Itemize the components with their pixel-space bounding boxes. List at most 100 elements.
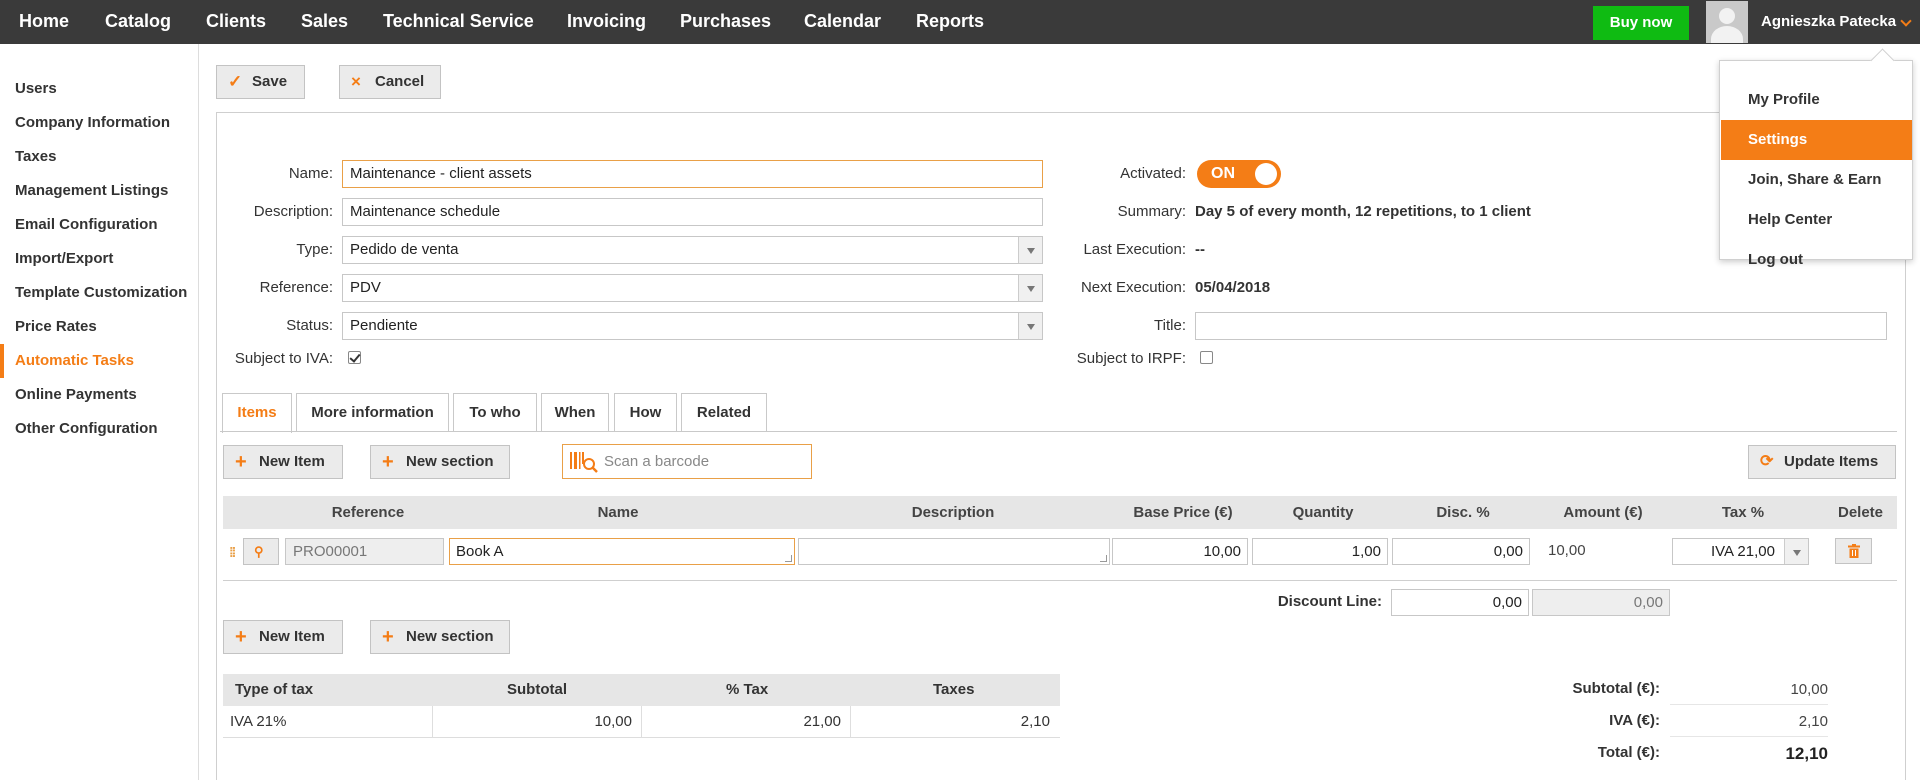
tax-taxes-value: 2,10 — [1020, 713, 1050, 730]
item-reference-field[interactable]: PRO00001 — [285, 538, 444, 565]
title-label: Title: — [1154, 317, 1186, 334]
sidebar-item-taxes[interactable]: Taxes — [0, 140, 198, 174]
tax-table-header: Type of tax Subtotal % Tax Taxes — [223, 674, 1060, 706]
delete-item-button[interactable] — [1835, 538, 1872, 564]
subtotal-label: Subtotal (€): — [1572, 680, 1661, 697]
chevron-down-icon[interactable] — [1018, 275, 1042, 301]
nav-sales[interactable]: Sales — [301, 0, 348, 44]
name-field[interactable]: Maintenance - client assets — [342, 160, 1043, 188]
item-name-field[interactable]: Book A — [449, 538, 795, 565]
barcode-search-icon — [570, 452, 598, 473]
sidebar-item-company-information[interactable]: Company Information — [0, 106, 198, 140]
items-table-header: Reference Name Description Base Price (€… — [223, 496, 1897, 529]
drag-handle-icon[interactable]: ⁞⁞ — [229, 544, 236, 560]
nav-reports[interactable]: Reports — [916, 0, 984, 44]
tab-more-information[interactable]: More information — [296, 393, 449, 432]
item-tax-select[interactable]: IVA 21,00 — [1672, 538, 1809, 565]
menu-item-my-profile[interactable]: My Profile — [1721, 80, 1912, 120]
description-label: Description: — [253, 203, 333, 220]
update-items-button[interactable]: ⟳ Update Items — [1748, 445, 1896, 479]
activated-toggle[interactable]: ON — [1197, 160, 1281, 188]
status-select[interactable]: Pendiente — [342, 312, 1043, 340]
sidebar-item-automatic-tasks[interactable]: Automatic Tasks — [0, 344, 198, 378]
nav-purchases[interactable]: Purchases — [680, 0, 771, 44]
trash-icon — [1848, 544, 1860, 558]
summary-value: Day 5 of every month, 12 repetitions, to… — [1195, 203, 1531, 220]
subject-to-irpf-checkbox[interactable] — [1200, 351, 1213, 364]
tab-to-who[interactable]: To who — [453, 393, 537, 432]
total-value: 12,10 — [1785, 744, 1828, 763]
tab-items[interactable]: Items — [222, 393, 292, 433]
item-discount-field[interactable]: 0,00 — [1392, 538, 1530, 565]
tax-header-subtotal: Subtotal — [507, 681, 567, 698]
discount-line-label: Discount Line: — [1277, 593, 1382, 610]
sidebar-item-import-export[interactable]: Import/Export — [0, 242, 198, 276]
subtotal-value: 10,00 — [1670, 674, 1828, 705]
product-search-button[interactable]: ⚲ — [243, 538, 279, 565]
column-header-name: Name — [597, 504, 639, 521]
item-base-price-field[interactable]: 10,00 — [1112, 538, 1248, 565]
iva-total-value: 2,10 — [1670, 706, 1828, 737]
type-select[interactable]: Pedido de venta — [342, 236, 1043, 264]
tab-how[interactable]: How — [614, 393, 677, 432]
total-label: Total (€): — [1597, 744, 1660, 761]
nav-catalog[interactable]: Catalog — [105, 0, 171, 44]
item-quantity-field[interactable]: 1,00 — [1252, 538, 1388, 565]
sidebar-item-management-listings[interactable]: Management Listings — [0, 174, 198, 208]
new-section-button[interactable]: + New section — [370, 445, 510, 479]
menu-item-settings[interactable]: Settings — [1721, 120, 1912, 160]
scan-barcode-input[interactable]: Scan a barcode — [562, 444, 812, 479]
reference-label: Reference: — [259, 279, 333, 296]
sidebar-item-users[interactable]: Users — [0, 72, 198, 106]
last-execution-label: Last Execution: — [1083, 241, 1186, 258]
tax-pct-value: 21,00 — [803, 713, 841, 730]
chevron-down-icon[interactable] — [1018, 237, 1042, 263]
column-header-quantity: Quantity — [1292, 504, 1354, 521]
nav-home[interactable]: Home — [19, 0, 69, 44]
sidebar-item-template-customization[interactable]: Template Customization — [0, 276, 198, 310]
discount-line-amount: 0,00 — [1532, 589, 1670, 616]
new-section-button-bottom[interactable]: + New section — [370, 620, 510, 654]
discount-line-field[interactable]: 0,00 — [1391, 589, 1529, 616]
save-button[interactable]: ✓ Save — [216, 65, 305, 99]
new-item-button-bottom[interactable]: + New Item — [223, 620, 343, 654]
sidebar-item-email-configuration[interactable]: Email Configuration — [0, 208, 198, 242]
column-header-reference: Reference — [331, 504, 405, 521]
column-header-description: Description — [911, 504, 995, 521]
user-menu-dropdown: My Profile Settings Join, Share & Earn H… — [1719, 60, 1913, 268]
column-header-amount: Amount (€) — [1563, 504, 1643, 521]
chevron-down-icon[interactable] — [1900, 15, 1912, 27]
nav-calendar[interactable]: Calendar — [804, 0, 881, 44]
tab-related[interactable]: Related — [681, 393, 767, 432]
cancel-button[interactable]: × Cancel — [339, 65, 441, 99]
menu-item-log-out[interactable]: Log out — [1721, 240, 1912, 280]
column-header-tax: Tax % — [1721, 504, 1765, 521]
menu-item-help-center[interactable]: Help Center — [1721, 200, 1912, 240]
sidebar-item-online-payments[interactable]: Online Payments — [0, 378, 198, 412]
description-field[interactable]: Maintenance schedule — [342, 198, 1043, 226]
tab-when[interactable]: When — [541, 393, 609, 432]
nav-clients[interactable]: Clients — [206, 0, 266, 44]
item-description-field[interactable] — [798, 538, 1110, 565]
nav-invoicing[interactable]: Invoicing — [567, 0, 646, 44]
chevron-down-icon[interactable] — [1784, 539, 1808, 564]
plus-icon: + — [382, 451, 394, 473]
user-avatar-icon[interactable] — [1706, 1, 1748, 43]
checkmark-icon: ✓ — [228, 72, 243, 91]
tax-subtotal-value: 10,00 — [594, 713, 632, 730]
chevron-down-icon[interactable] — [1018, 313, 1042, 339]
subject-to-iva-checkbox[interactable] — [348, 351, 361, 364]
menu-item-join-share-earn[interactable]: Join, Share & Earn — [1721, 160, 1912, 200]
summary-label: Summary: — [1117, 203, 1186, 220]
reference-select[interactable]: PDV — [342, 274, 1043, 302]
next-execution-value: 05/04/2018 — [1195, 279, 1271, 296]
nav-technical-service[interactable]: Technical Service — [383, 0, 534, 44]
title-field[interactable] — [1195, 312, 1887, 340]
buy-now-button[interactable]: Buy now — [1593, 6, 1689, 40]
sidebar-item-price-rates[interactable]: Price Rates — [0, 310, 198, 344]
sidebar-item-other-configuration[interactable]: Other Configuration — [0, 412, 198, 446]
new-item-button[interactable]: + New Item — [223, 445, 343, 479]
user-name[interactable]: Agnieszka Patecka — [1761, 0, 1896, 44]
next-execution-label: Next Execution: — [1080, 279, 1186, 296]
tax-header-taxes: Taxes — [933, 681, 975, 698]
